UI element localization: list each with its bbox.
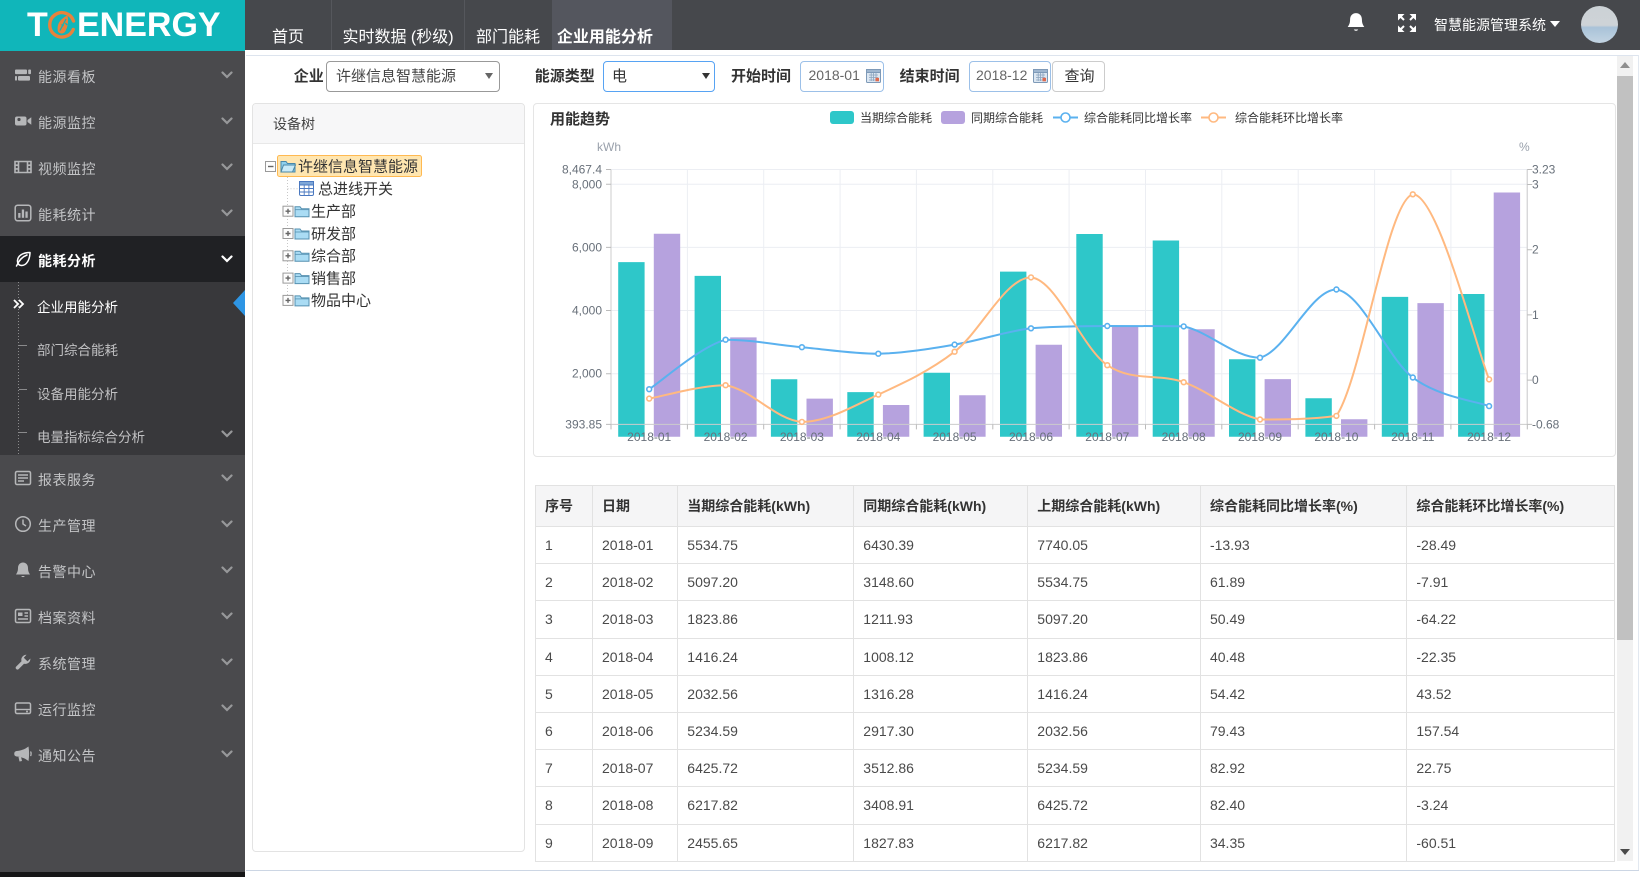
svg-text:393.85: 393.85: [565, 417, 602, 431]
svg-text:2018-05: 2018-05: [933, 430, 977, 444]
svg-text:总进线开关: 总进线开关: [318, 181, 393, 198]
svg-text:2018-07: 2018-07: [1085, 430, 1129, 444]
svg-text:综合部: 综合部: [311, 248, 356, 265]
svg-text:2018-01: 2018-01: [627, 430, 671, 444]
svg-text:3.23: 3.23: [1532, 163, 1556, 177]
svg-text:许继信息智慧能源: 许继信息智慧能源: [298, 158, 418, 176]
svg-text:3: 3: [1532, 178, 1539, 192]
svg-text:2: 2: [1532, 243, 1539, 257]
svg-text:销售部: 销售部: [311, 270, 356, 287]
svg-text:2018-12: 2018-12: [1467, 430, 1511, 444]
svg-text:2018-04: 2018-04: [856, 430, 900, 444]
svg-text:综合能耗同比增长率: 综合能耗同比增长率: [1084, 110, 1192, 125]
svg-text:8,000: 8,000: [572, 177, 602, 191]
svg-text:2018-09: 2018-09: [1238, 430, 1282, 444]
svg-text:2018-06: 2018-06: [1009, 430, 1053, 444]
svg-text:4,000: 4,000: [572, 304, 602, 318]
svg-text:物品中心: 物品中心: [311, 293, 371, 310]
svg-text:6,000: 6,000: [572, 240, 602, 254]
svg-text:2,000: 2,000: [572, 367, 602, 381]
svg-text:研发部: 研发部: [311, 226, 356, 243]
svg-text:用能趋势: 用能趋势: [550, 110, 610, 128]
svg-text:同期综合能耗: 同期综合能耗: [971, 110, 1043, 125]
svg-text:-0.68: -0.68: [1532, 417, 1560, 431]
svg-text:0: 0: [1532, 373, 1539, 387]
svg-text:8,467.4: 8,467.4: [562, 163, 602, 177]
svg-text:当期综合能耗: 当期综合能耗: [860, 110, 932, 125]
svg-text:综合能耗环比增长率: 综合能耗环比增长率: [1235, 110, 1343, 125]
svg-text:生产部: 生产部: [311, 204, 356, 221]
svg-text:2018-02: 2018-02: [704, 430, 748, 444]
svg-text:2018-10: 2018-10: [1314, 430, 1358, 444]
svg-text:2018-08: 2018-08: [1162, 430, 1206, 444]
svg-text:1: 1: [1532, 308, 1539, 322]
svg-text:2018-03: 2018-03: [780, 430, 824, 444]
svg-text:2018-11: 2018-11: [1391, 430, 1434, 444]
svg-text:kWh: kWh: [597, 140, 621, 154]
svg-text:%: %: [1519, 140, 1530, 154]
